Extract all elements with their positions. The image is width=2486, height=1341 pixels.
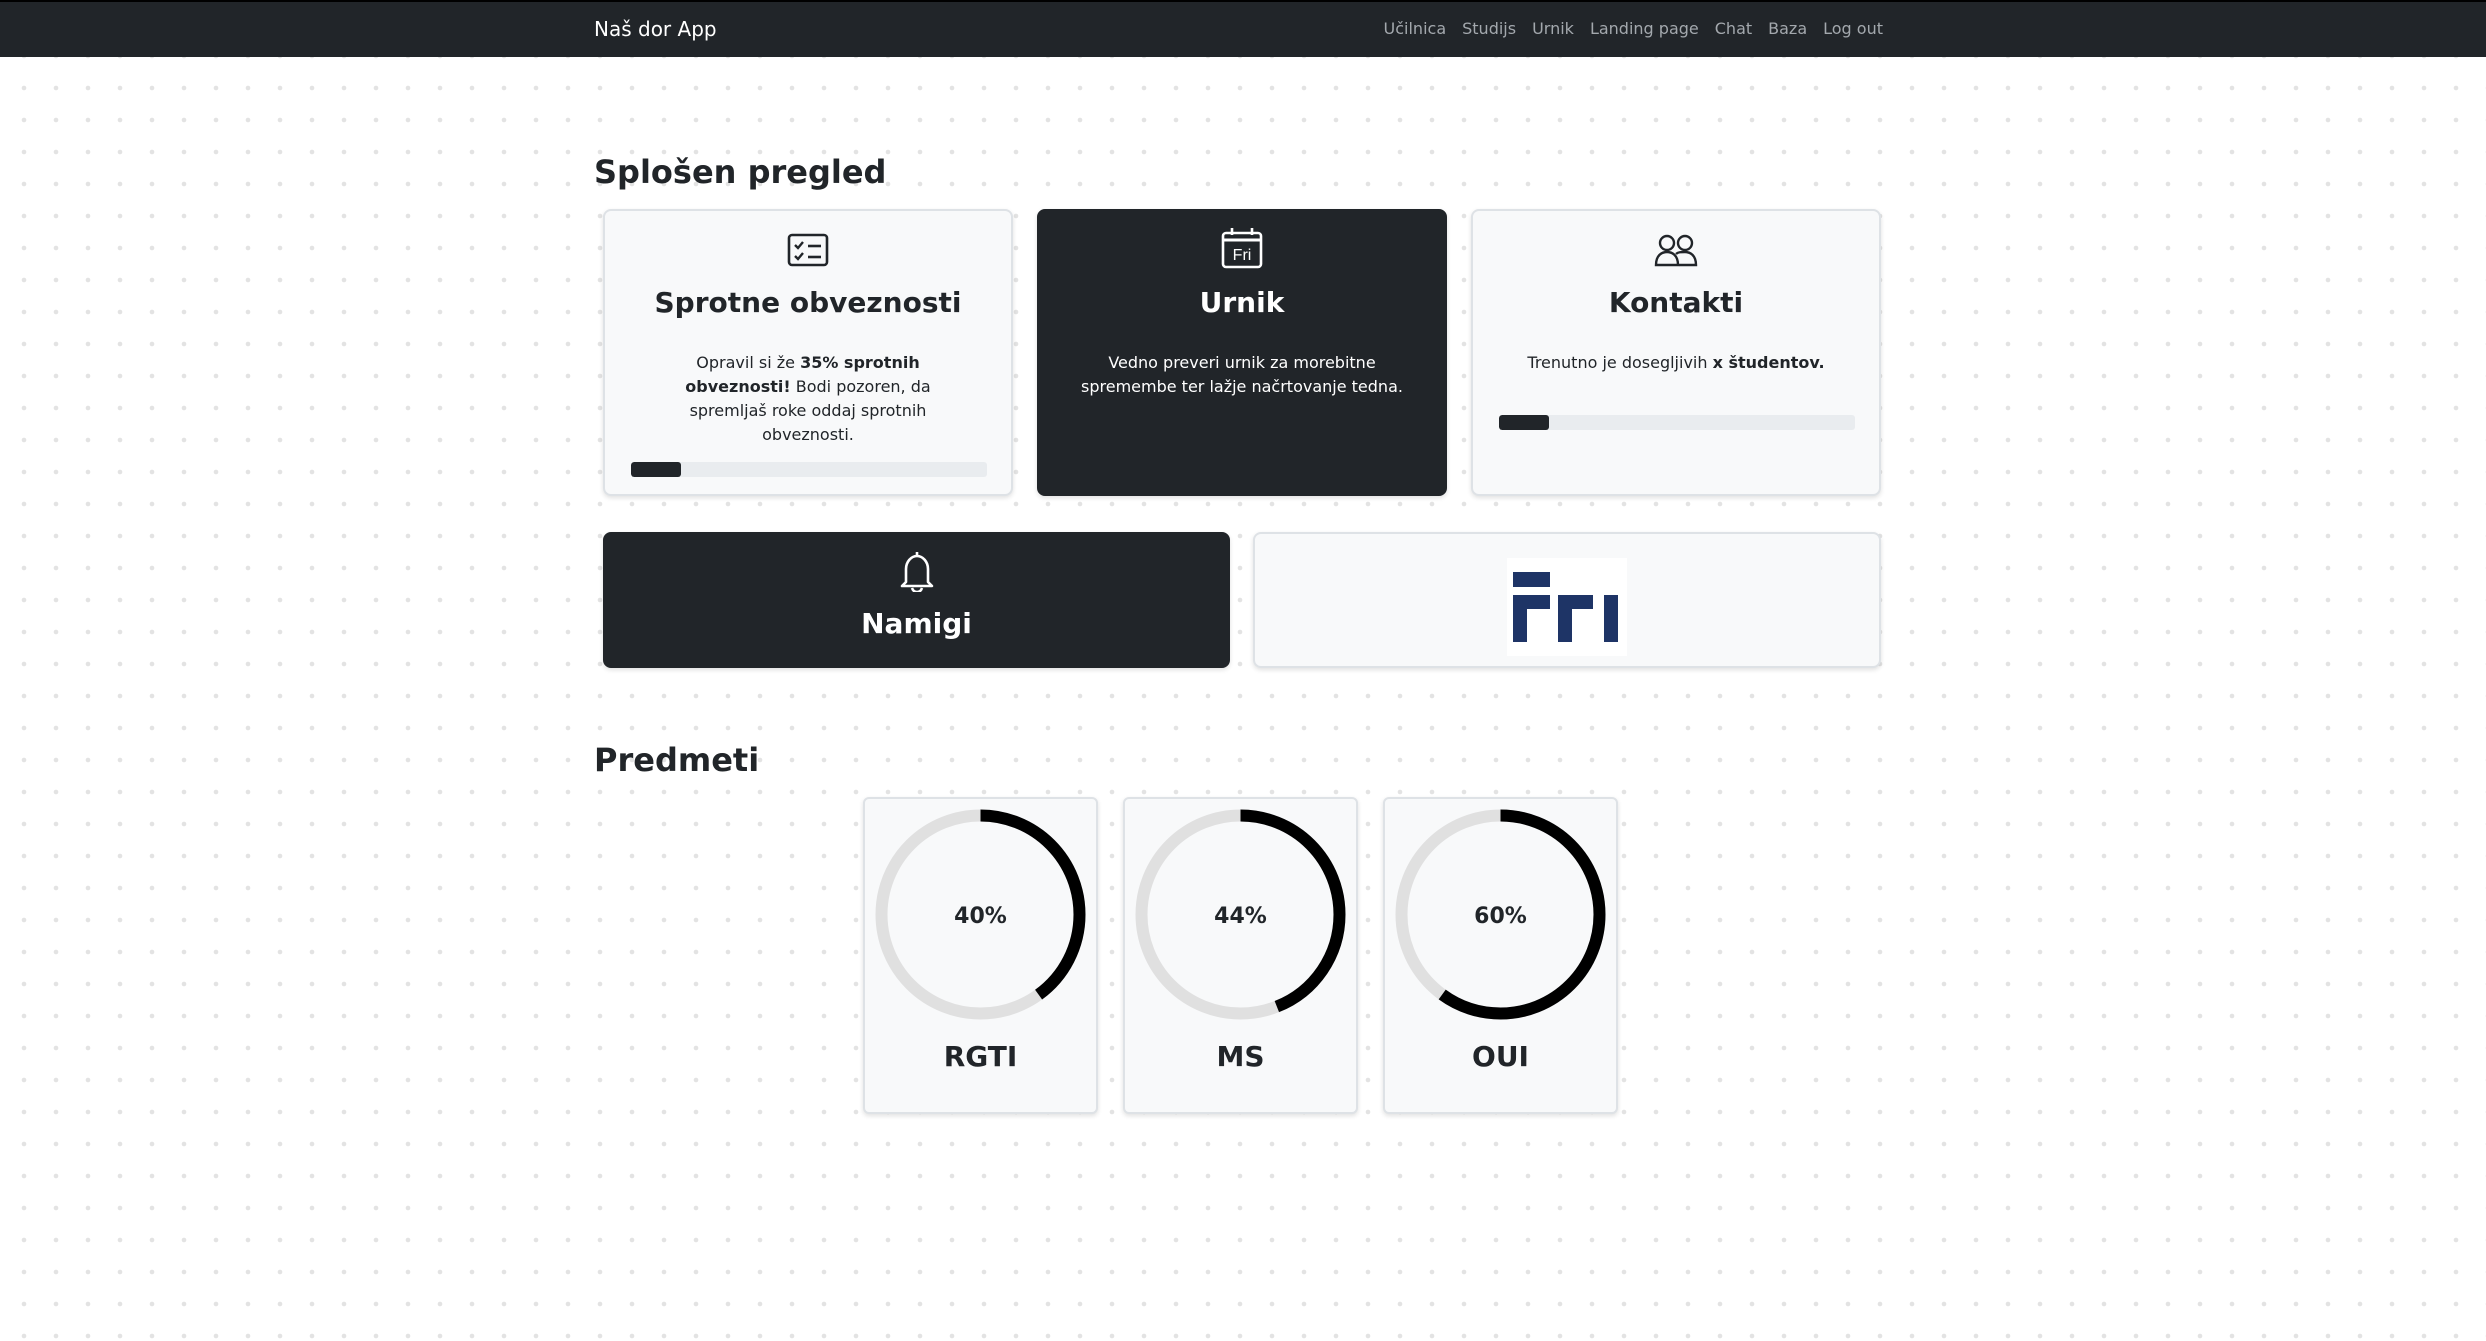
obligations-progress-bar — [631, 462, 681, 477]
nav-link-urnik[interactable]: Urnik — [1532, 18, 1574, 40]
subject-card-oui[interactable]: 60% OUI — [1383, 797, 1618, 1114]
subject-card-ms[interactable]: 44% MS — [1123, 797, 1358, 1114]
obligations-card[interactable]: Sprotne obveznosti Opravil si že 35% spr… — [603, 209, 1013, 496]
schedule-title: Urnik — [1199, 286, 1285, 319]
fri-logo — [1507, 558, 1627, 656]
nav-link-chat[interactable]: Chat — [1715, 18, 1752, 40]
obligations-progress — [631, 462, 987, 477]
overview-title: Splošen pregled — [594, 153, 887, 191]
navbar: Naš dor App Učilnica Studijs Urnik Landi… — [0, 0, 2486, 57]
calendar-icon: Fri — [1221, 227, 1263, 273]
subjects-title: Predmeti — [594, 741, 760, 779]
subject-card-rgti[interactable]: 40% RGTI — [863, 797, 1098, 1114]
nav-link-studijs[interactable]: Studijs — [1462, 18, 1516, 40]
subject-name: OUI — [1472, 1040, 1529, 1073]
nav-link-landing-page[interactable]: Landing page — [1590, 18, 1699, 40]
contacts-progress — [1499, 415, 1855, 430]
contacts-text: Trenutno je dosegljivih x študentov. — [1527, 353, 1825, 372]
checklist-icon — [787, 233, 829, 271]
subject-name: MS — [1216, 1040, 1265, 1073]
tips-card[interactable]: Namigi — [603, 532, 1230, 668]
obligations-title: Sprotne obveznosti — [654, 286, 962, 319]
contacts-progress-bar — [1499, 415, 1549, 430]
contacts-card[interactable]: Kontakti Trenutno je dosegljivih x štude… — [1471, 209, 1881, 496]
nav-link-log-out[interactable]: Log out — [1823, 18, 1883, 40]
nav-link-ucilnica[interactable]: Učilnica — [1384, 18, 1447, 40]
subject-percent: 60% — [1474, 904, 1527, 929]
people-icon — [1654, 233, 1698, 271]
svg-text:Fri: Fri — [1233, 247, 1252, 264]
nav-link-baza[interactable]: Baza — [1768, 18, 1807, 40]
schedule-card[interactable]: Fri Urnik Vedno preveri urnik za morebit… — [1037, 209, 1447, 496]
navbar-brand[interactable]: Naš dor App — [594, 16, 717, 42]
schedule-text: Vedno preveri urnik za morebitne spremem… — [1081, 353, 1403, 396]
subject-percent: 44% — [1214, 904, 1267, 929]
contacts-title: Kontakti — [1608, 286, 1744, 319]
subject-name: RGTI — [943, 1040, 1018, 1073]
fri-logo-card[interactable] — [1253, 532, 1881, 668]
obligations-text: Opravil si že 35% sprotnih obveznosti! B… — [685, 353, 931, 444]
tips-title: Namigi — [861, 607, 972, 640]
nav-links: Učilnica Studijs Urnik Landing page Chat… — [1384, 18, 1883, 40]
contacts-highlight: x študentov. — [1712, 353, 1825, 372]
bell-icon — [898, 550, 936, 596]
subject-percent: 40% — [954, 904, 1007, 929]
